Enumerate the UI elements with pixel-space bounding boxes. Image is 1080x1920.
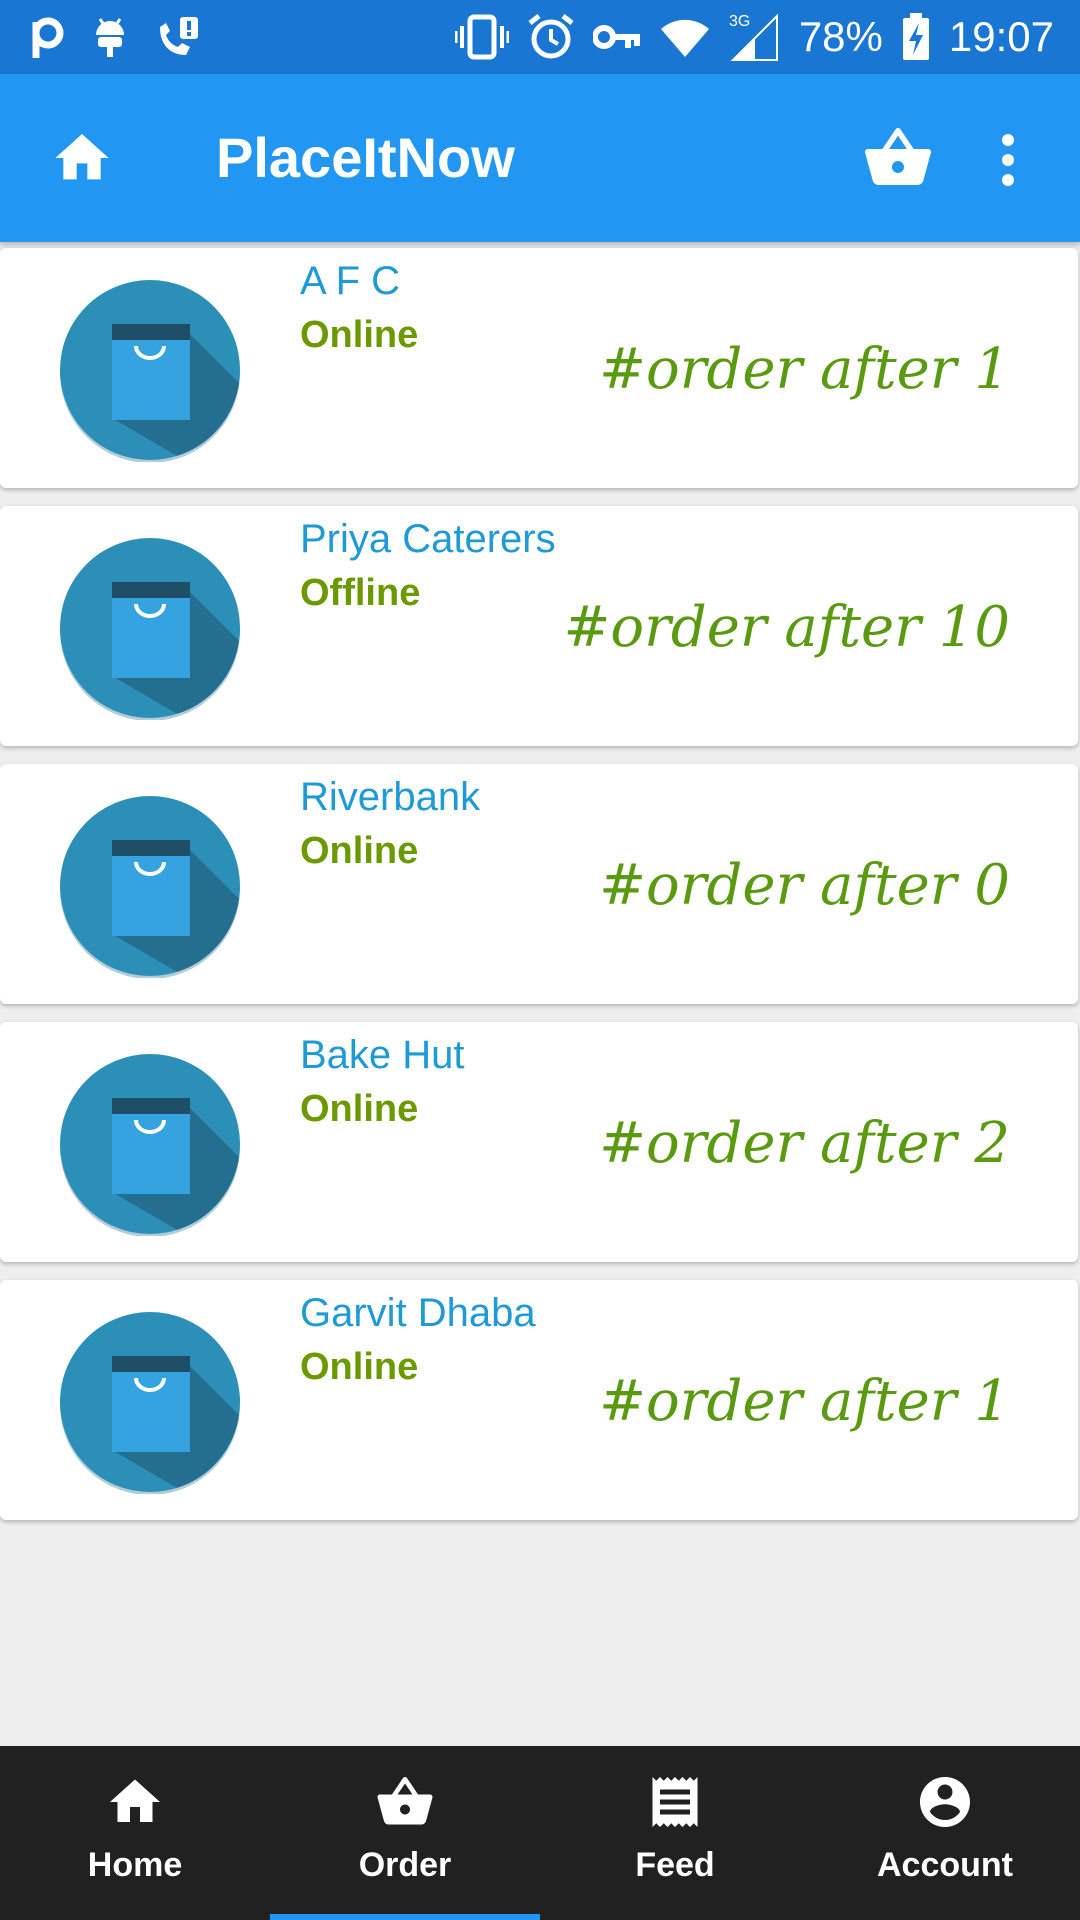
nav-label: Home [87,1846,183,1884]
vibrate-icon [454,14,509,60]
shopping-bag-icon [58,1310,242,1495]
order-after-label: #order after 1 [599,337,1010,402]
alarm-icon [527,13,575,61]
shop-status: Online [300,1088,419,1130]
shop-list: A F C Online #order after 1 Priya Catere… [0,248,1080,1538]
active-tab-indicator [270,1914,540,1920]
receipt-icon [645,1772,705,1832]
nav-item-order[interactable]: Order [270,1746,540,1920]
shop-status: Online [300,830,419,872]
battery-percent: 78% [798,13,883,60]
shop-name: A F C [300,259,401,303]
shopping-bag-icon [58,278,242,463]
app-bar: PlaceItNow [0,74,1080,242]
shop-card[interactable]: Priya Caterers Offline #order after 10 [0,506,1078,746]
shopping-bag-icon [58,536,242,721]
order-after-label: #order after 1 [599,1369,1010,1434]
clock: 19:07 [948,13,1054,60]
shop-name: Riverbank [300,775,481,819]
p-notification-icon [30,14,66,60]
shop-status: Online [300,1346,419,1388]
bottom-navigation: Home Order Feed Account [0,1746,1080,1920]
shopping-bag-icon [58,1052,242,1237]
android-debug-icon [92,15,128,59]
battery-charging-icon [901,13,931,61]
nav-label: Account [877,1846,1013,1884]
nav-label: Order [358,1846,452,1884]
shop-card[interactable]: Riverbank Online #order after 0 [0,764,1078,1004]
shop-card[interactable]: Garvit Dhaba Online #order after 1 [0,1280,1078,1520]
shop-card[interactable]: A F C Online #order after 1 [0,248,1078,488]
nav-item-home[interactable]: Home [0,1746,270,1920]
shop-status: Online [300,314,419,356]
shop-name: Priya Caterers [300,517,556,561]
shopping-bag-icon [58,794,242,979]
account-circle-icon [915,1772,975,1832]
vpn-key-icon [592,22,641,52]
order-after-label: #order after 10 [563,595,1010,660]
svg-text:3G: 3G [729,13,750,30]
nav-label: Feed [635,1846,715,1884]
order-after-label: #order after 2 [599,1111,1010,1176]
shop-status: Offline [300,572,421,614]
signal-3g-icon: 3G [729,12,781,62]
order-after-label: #order after 0 [599,853,1010,918]
phone-alert-icon [154,15,200,59]
basket-icon [375,1772,435,1832]
wifi-icon [659,15,711,59]
basket-icon[interactable] [862,122,934,194]
home-icon[interactable] [50,126,114,190]
overflow-menu-icon[interactable] [990,130,1026,190]
nav-item-feed[interactable]: Feed [540,1746,810,1920]
nav-item-account[interactable]: Account [810,1746,1080,1920]
shop-name: Garvit Dhaba [300,1291,536,1335]
status-bar: 3G 78% 19:07 [0,0,1080,74]
shop-name: Bake Hut [300,1033,465,1077]
shop-card[interactable]: Bake Hut Online #order after 2 [0,1022,1078,1262]
home-icon [105,1772,165,1832]
app-title: PlaceItNow [216,126,515,189]
